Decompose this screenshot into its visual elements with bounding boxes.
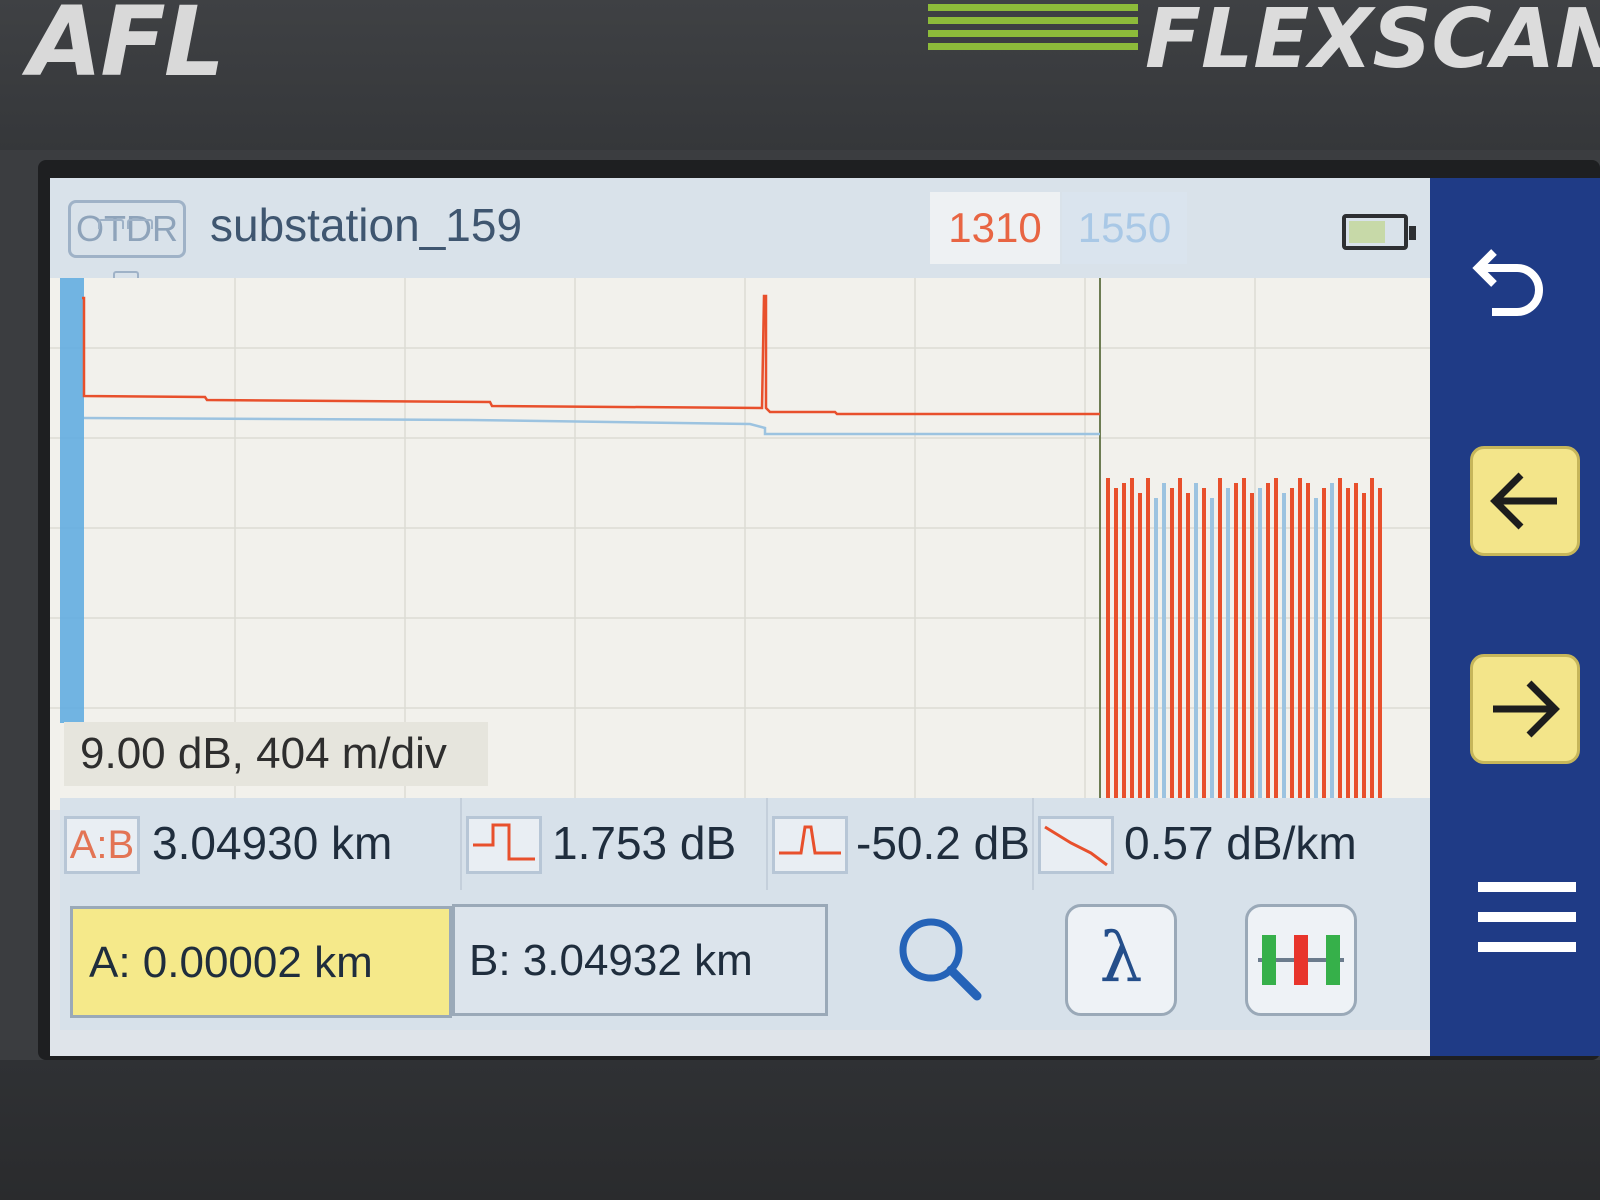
attenuation-cell[interactable]: 0.57 dB/km xyxy=(1034,798,1430,890)
trace-1550 xyxy=(83,416,1100,436)
event-table-icon xyxy=(1258,935,1344,985)
loss-value: 1.753 dB xyxy=(552,817,737,869)
battery-icon xyxy=(1342,214,1416,250)
flexscan-logo: FLEXSCAN xyxy=(1145,0,1600,87)
wavelength-button[interactable]: λ xyxy=(1065,904,1177,1016)
zoom-button[interactable] xyxy=(885,904,997,1016)
cursor-toolbar: A: 0.00002 km B: 3.04932 km λ xyxy=(60,890,1430,1030)
cursor-b-button[interactable]: B: 3.04932 km xyxy=(452,904,828,1016)
scale-readout: 9.00 dB, 404 m/div xyxy=(64,722,488,786)
attenuation-icon xyxy=(1038,816,1114,874)
afl-logo: AFL xyxy=(28,0,225,98)
wavelength-1310-tab[interactable]: 1310 xyxy=(930,192,1060,264)
ab-distance-value: 3.04930 km xyxy=(152,817,393,869)
ab-distance-cell[interactable]: A:B 3.04930 km xyxy=(60,798,462,890)
title-bar: OTDR substation_159 1310 1550 xyxy=(50,178,1430,281)
arrow-left-icon[interactable] xyxy=(1470,446,1580,556)
back-arrow-icon[interactable] xyxy=(1462,238,1552,333)
reflectance-cell[interactable]: -50.2 dB xyxy=(768,798,1034,890)
splice-loss-icon xyxy=(466,816,542,874)
attenuation-value: 0.57 dB/km xyxy=(1124,817,1357,869)
wavelength-1550-tab[interactable]: 1550 xyxy=(1062,192,1187,264)
reflectance-icon xyxy=(772,816,848,874)
loss-cell[interactable]: 1.753 dB xyxy=(462,798,768,890)
device-bottom-panel xyxy=(0,1060,1600,1200)
ab-distance-icon: A:B xyxy=(64,816,140,874)
device-top-panel: AFL FLEXSCAN xyxy=(0,0,1600,150)
device-screen: OTDR substation_159 1310 1550 9.00 dB, 4… xyxy=(50,178,1600,1056)
event-table-button[interactable] xyxy=(1245,904,1357,1016)
otdr-badge-tabs xyxy=(87,191,167,281)
arrow-right-icon[interactable] xyxy=(1470,654,1580,764)
noise-floor-region xyxy=(1106,478,1382,810)
file-name: substation_159 xyxy=(210,199,523,251)
cursor-a-button[interactable]: A: 0.00002 km xyxy=(70,906,452,1018)
hamburger-menu-icon[interactable] xyxy=(1478,878,1578,963)
cursor-a-marker xyxy=(60,278,84,723)
reflectance-value: -50.2 dB xyxy=(856,817,1030,869)
measurement-row: A:B 3.04930 km 1.753 dB -50.2 dB 0.57 dB… xyxy=(60,798,1430,890)
right-nav-bar xyxy=(1430,178,1600,1056)
otdr-mode-badge[interactable]: OTDR xyxy=(68,200,186,281)
flexscan-logo-stripes xyxy=(928,4,1138,62)
magnifier-icon xyxy=(899,918,982,1001)
